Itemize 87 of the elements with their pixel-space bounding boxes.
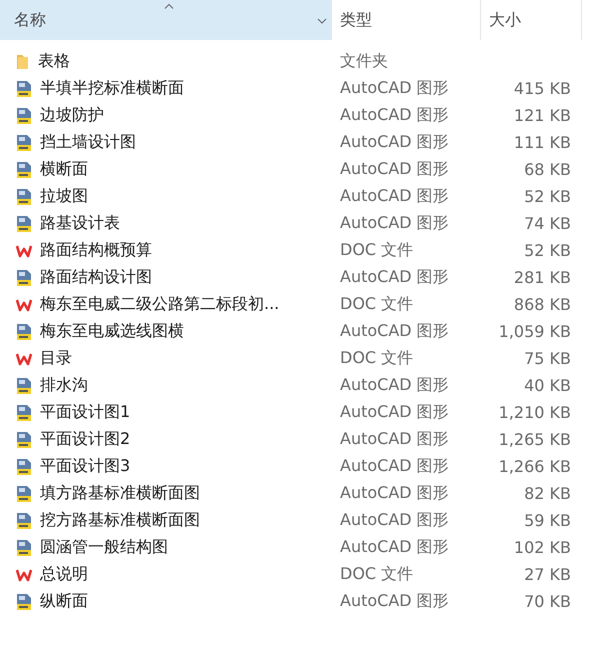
file-size: 82 KB xyxy=(524,484,571,503)
file-type: AutoCAD 图形 xyxy=(339,483,450,504)
file-type: AutoCAD 图形 xyxy=(339,213,450,234)
file-name[interactable]: 梅东至电威二级公路第二标段初... xyxy=(40,294,280,315)
drawing-file-icon xyxy=(16,160,32,178)
file-type: AutoCAD 图形 xyxy=(339,537,450,558)
drawing-file-icon xyxy=(16,458,32,476)
chevron-down-icon[interactable] xyxy=(317,18,327,24)
file-size: 281 KB xyxy=(514,268,571,287)
file-type: AutoCAD 图形 xyxy=(339,402,450,423)
file-type: AutoCAD 图形 xyxy=(339,186,450,207)
drawing-file-icon xyxy=(16,134,32,152)
file-type: DOC 文件 xyxy=(339,564,414,585)
file-name[interactable]: 纵断面 xyxy=(40,591,88,612)
drawing-file-icon xyxy=(16,106,32,124)
file-type: DOC 文件 xyxy=(339,240,414,261)
column-header[interactable]: 名称 xyxy=(0,0,332,40)
file-name[interactable]: 路面结构设计图 xyxy=(40,267,152,288)
file-size: 40 KB xyxy=(524,376,571,395)
document-logo-icon xyxy=(16,298,32,312)
file-size: 68 KB xyxy=(524,160,571,179)
file-size: 415 KB xyxy=(514,79,571,98)
file-name[interactable]: 梅东至电威选线图横 xyxy=(40,321,184,342)
file-type: AutoCAD 图形 xyxy=(339,456,450,477)
file-type: AutoCAD 图形 xyxy=(339,375,450,396)
file-size: 52 KB xyxy=(524,241,571,260)
file-name[interactable]: 横断面 xyxy=(40,159,88,180)
file-type: AutoCAD 图形 xyxy=(339,78,450,99)
column-header[interactable]: 大小 xyxy=(481,0,582,40)
file-name[interactable]: 表格 xyxy=(38,51,70,72)
drawing-file-icon xyxy=(16,322,32,340)
file-size: 121 KB xyxy=(514,106,571,125)
file-name[interactable]: 路基设计表 xyxy=(40,213,120,234)
file-size: 75 KB xyxy=(524,349,571,368)
drawing-file-icon xyxy=(16,376,32,394)
file-type: AutoCAD 图形 xyxy=(339,591,450,612)
file-type: DOC 文件 xyxy=(339,294,414,315)
drawing-file-icon xyxy=(16,538,32,556)
file-type: AutoCAD 图形 xyxy=(339,510,450,531)
file-name[interactable]: 平面设计图3 xyxy=(40,456,130,477)
file-type: 文件夹 xyxy=(339,51,389,72)
drawing-file-icon xyxy=(16,188,32,206)
file-type: AutoCAD 图形 xyxy=(339,429,450,450)
column-header[interactable]: 类型 xyxy=(332,0,481,40)
file-size: 1,059 KB xyxy=(498,322,571,341)
document-logo-icon xyxy=(16,568,32,582)
file-size: 1,266 KB xyxy=(498,457,571,476)
file-name[interactable]: 平面设计图2 xyxy=(40,429,130,450)
drawing-file-icon xyxy=(16,404,32,422)
file-size: 70 KB xyxy=(524,592,571,611)
drawing-file-icon xyxy=(16,268,32,286)
file-type: AutoCAD 图形 xyxy=(339,105,450,126)
file-size: 102 KB xyxy=(514,538,571,557)
file-name[interactable]: 拉坡图 xyxy=(40,186,88,207)
file-type: AutoCAD 图形 xyxy=(339,267,450,288)
file-name[interactable]: 圆涵管一般结构图 xyxy=(40,537,168,558)
file-name[interactable]: 总说明 xyxy=(40,564,88,585)
file-size: 59 KB xyxy=(524,511,571,530)
file-size: 1,210 KB xyxy=(498,403,571,422)
drawing-file-icon xyxy=(16,592,32,610)
file-name[interactable]: 路面结构概预算 xyxy=(40,240,152,261)
drawing-file-icon xyxy=(16,80,32,98)
folder-icon xyxy=(16,54,30,70)
drawing-file-icon xyxy=(16,484,32,502)
file-name[interactable]: 排水沟 xyxy=(40,375,88,396)
file-type: AutoCAD 图形 xyxy=(339,321,450,342)
file-size: 868 KB xyxy=(514,295,571,314)
file-name[interactable]: 平面设计图1 xyxy=(40,402,130,423)
file-type: DOC 文件 xyxy=(339,348,414,369)
file-name[interactable]: 挖方路基标准横断面图 xyxy=(40,510,200,531)
file-size: 27 KB xyxy=(524,565,571,584)
document-logo-icon xyxy=(16,352,32,366)
file-name[interactable]: 目录 xyxy=(40,348,72,369)
file-size: 111 KB xyxy=(514,133,571,152)
file-type: AutoCAD 图形 xyxy=(339,132,450,153)
file-type: AutoCAD 图形 xyxy=(339,159,450,180)
file-name[interactable]: 半填半挖标准横断面 xyxy=(40,78,184,99)
document-logo-icon xyxy=(16,244,32,258)
file-size: 52 KB xyxy=(524,187,571,206)
file-name[interactable]: 挡土墙设计图 xyxy=(40,132,136,153)
file-name[interactable]: 填方路基标准横断面图 xyxy=(40,483,200,504)
file-size: 1,265 KB xyxy=(498,430,571,449)
drawing-file-icon xyxy=(16,214,32,232)
file-name[interactable]: 边坡防护 xyxy=(40,105,104,126)
drawing-file-icon xyxy=(16,512,32,530)
file-size: 74 KB xyxy=(524,214,571,233)
drawing-file-icon xyxy=(16,430,32,448)
